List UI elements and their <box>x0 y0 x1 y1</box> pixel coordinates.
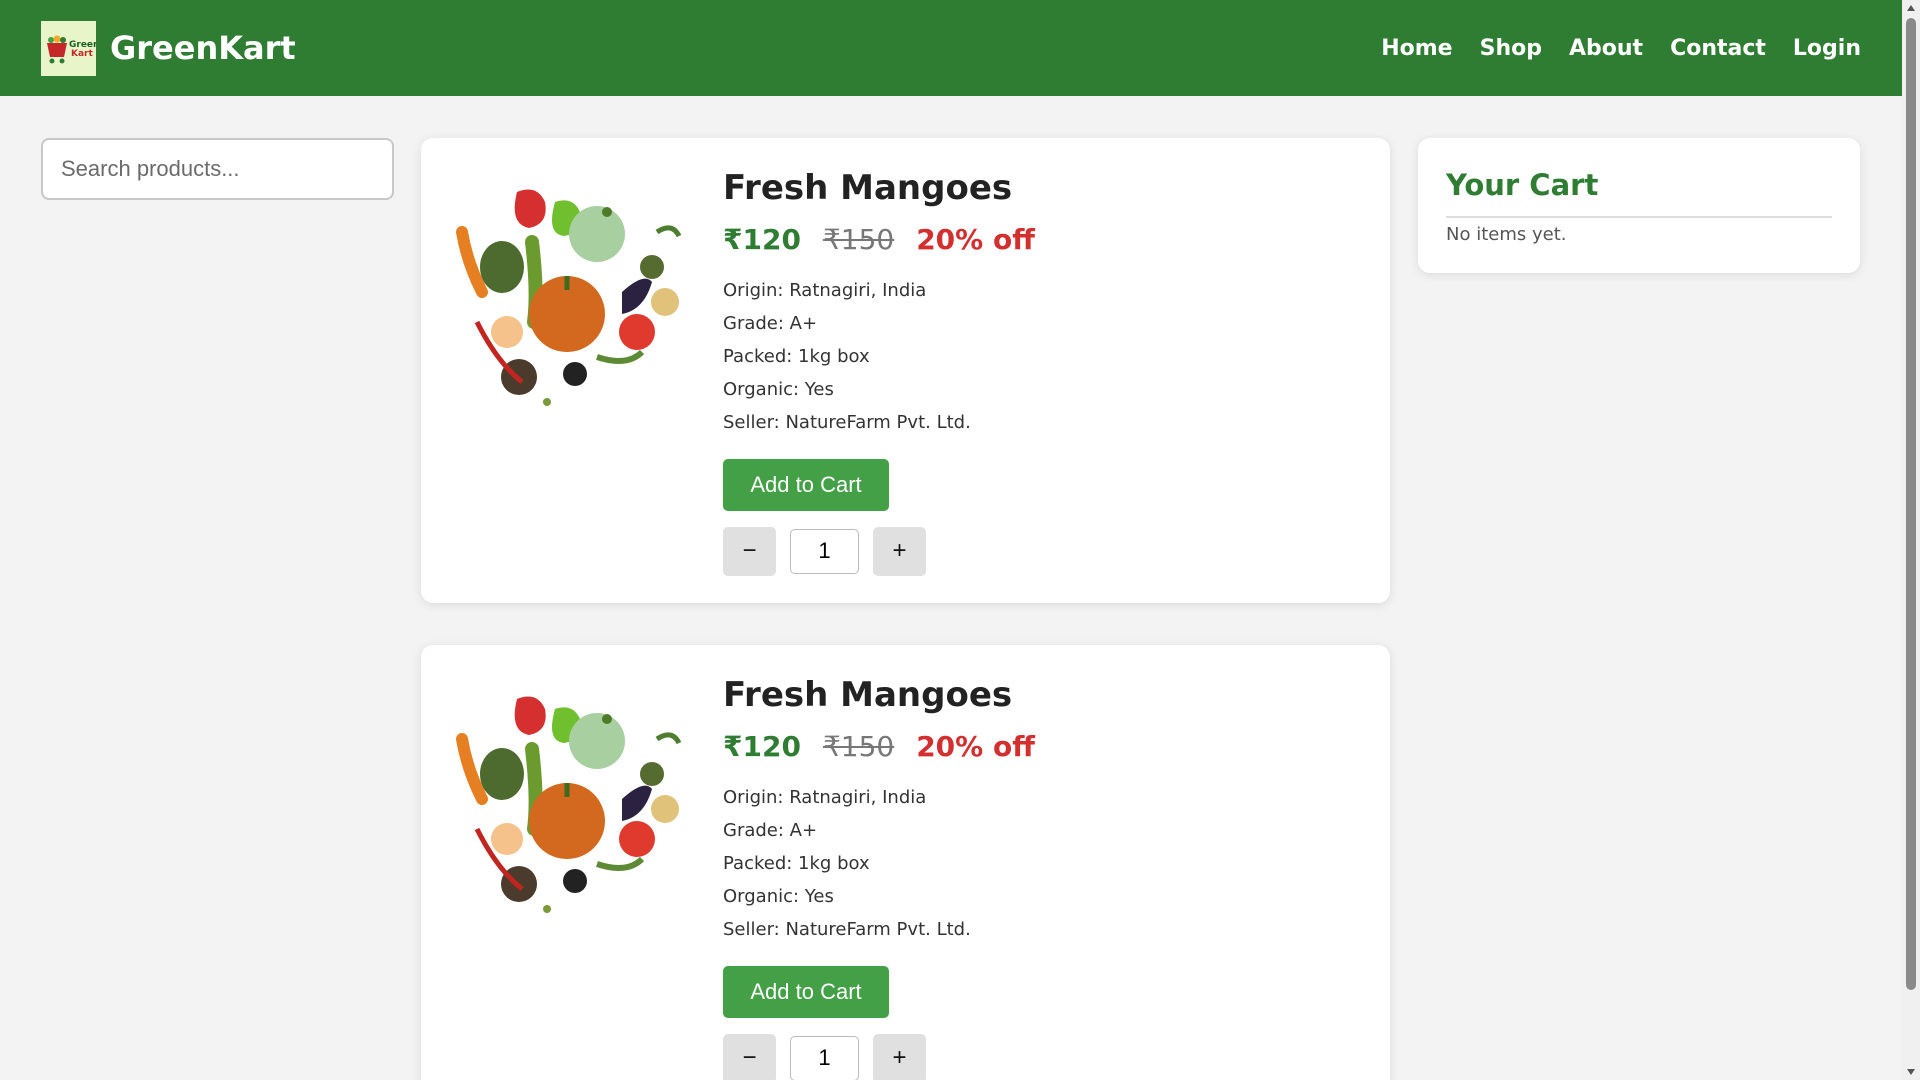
brand[interactable]: Green Kart GreenKart <box>41 20 296 76</box>
product-details: Origin: Ratnagiri, India Grade: A+ Packe… <box>723 781 1035 946</box>
price-original: ₹150 <box>822 729 895 763</box>
logo-icon[interactable]: Green Kart <box>41 20 96 76</box>
detail-grade: Grade: A+ <box>723 819 818 841</box>
brand-name[interactable]: GreenKart <box>110 29 296 67</box>
quantity-stepper: − + <box>723 1033 1035 1080</box>
cart-panel: Your Cart No items yet. <box>1418 138 1860 273</box>
product-title: Fresh Mangoes <box>723 168 1013 208</box>
add-to-cart-button[interactable]: Add to Cart <box>723 458 889 511</box>
search-wrapper <box>41 138 394 200</box>
page-scrollbar[interactable] <box>1902 0 1920 1080</box>
cart-title: Your Cart <box>1446 168 1832 218</box>
detail-packed: Packed: 1kg box <box>723 852 870 874</box>
search-input[interactable] <box>41 138 394 200</box>
detail-organic: Organic: Yes <box>723 885 834 907</box>
price-row: ₹120 ₹150 20% off <box>723 730 1035 763</box>
detail-organic: Organic: Yes <box>723 378 834 400</box>
product-info: Fresh Mangoes ₹120 ₹150 20% off Origin: … <box>723 168 1035 576</box>
nav-about[interactable]: About <box>1569 36 1643 61</box>
quantity-stepper: − + <box>723 526 1035 576</box>
price-row: ₹120 ₹150 20% off <box>723 223 1035 256</box>
decrease-quantity-button[interactable]: − <box>723 1033 776 1080</box>
svg-text:Kart: Kart <box>71 49 93 59</box>
product-info: Fresh Mangoes ₹120 ₹150 20% off Origin: … <box>723 675 1035 1080</box>
product-card: Fresh Mangoes ₹120 ₹150 20% off Origin: … <box>421 645 1390 1080</box>
product-image <box>447 679 697 929</box>
product-image <box>447 172 697 422</box>
scrollbar-thumb[interactable] <box>1906 18 1916 990</box>
detail-grade: Grade: A+ <box>723 312 818 334</box>
price-current: ₹120 <box>723 729 801 763</box>
scroll-down-arrow-icon[interactable] <box>1907 1069 1915 1075</box>
detail-packed: Packed: 1kg box <box>723 345 870 367</box>
product-details: Origin: Ratnagiri, India Grade: A+ Packe… <box>723 274 1035 439</box>
detail-seller: Seller: NatureFarm Pvt. Ltd. <box>723 411 971 433</box>
price-original: ₹150 <box>822 222 895 256</box>
decrease-quantity-button[interactable]: − <box>723 526 776 576</box>
price-current: ₹120 <box>723 222 801 256</box>
quantity-input[interactable] <box>790 528 859 574</box>
detail-seller: Seller: NatureFarm Pvt. Ltd. <box>723 918 971 940</box>
add-to-cart-button[interactable]: Add to Cart <box>723 965 889 1018</box>
quantity-input[interactable] <box>790 1035 859 1080</box>
top-navbar: Green Kart GreenKart Home Shop About Con… <box>0 0 1902 96</box>
increase-quantity-button[interactable]: + <box>873 1033 926 1080</box>
product-title: Fresh Mangoes <box>723 675 1013 715</box>
nav-home[interactable]: Home <box>1381 36 1452 61</box>
discount-badge: 20% off <box>916 222 1035 256</box>
cart-empty-message: No items yet. <box>1446 224 1567 245</box>
product-card: Fresh Mangoes ₹120 ₹150 20% off Origin: … <box>421 138 1390 603</box>
nav-contact[interactable]: Contact <box>1670 36 1766 61</box>
nav-login[interactable]: Login <box>1793 36 1861 61</box>
scroll-up-arrow-icon[interactable] <box>1907 5 1915 11</box>
detail-origin: Origin: Ratnagiri, India <box>723 786 927 808</box>
nav-shop[interactable]: Shop <box>1480 36 1542 61</box>
increase-quantity-button[interactable]: + <box>873 526 926 576</box>
discount-badge: 20% off <box>916 729 1035 763</box>
detail-origin: Origin: Ratnagiri, India <box>723 279 927 301</box>
nav-links: Home Shop About Contact Login <box>1354 36 1861 61</box>
